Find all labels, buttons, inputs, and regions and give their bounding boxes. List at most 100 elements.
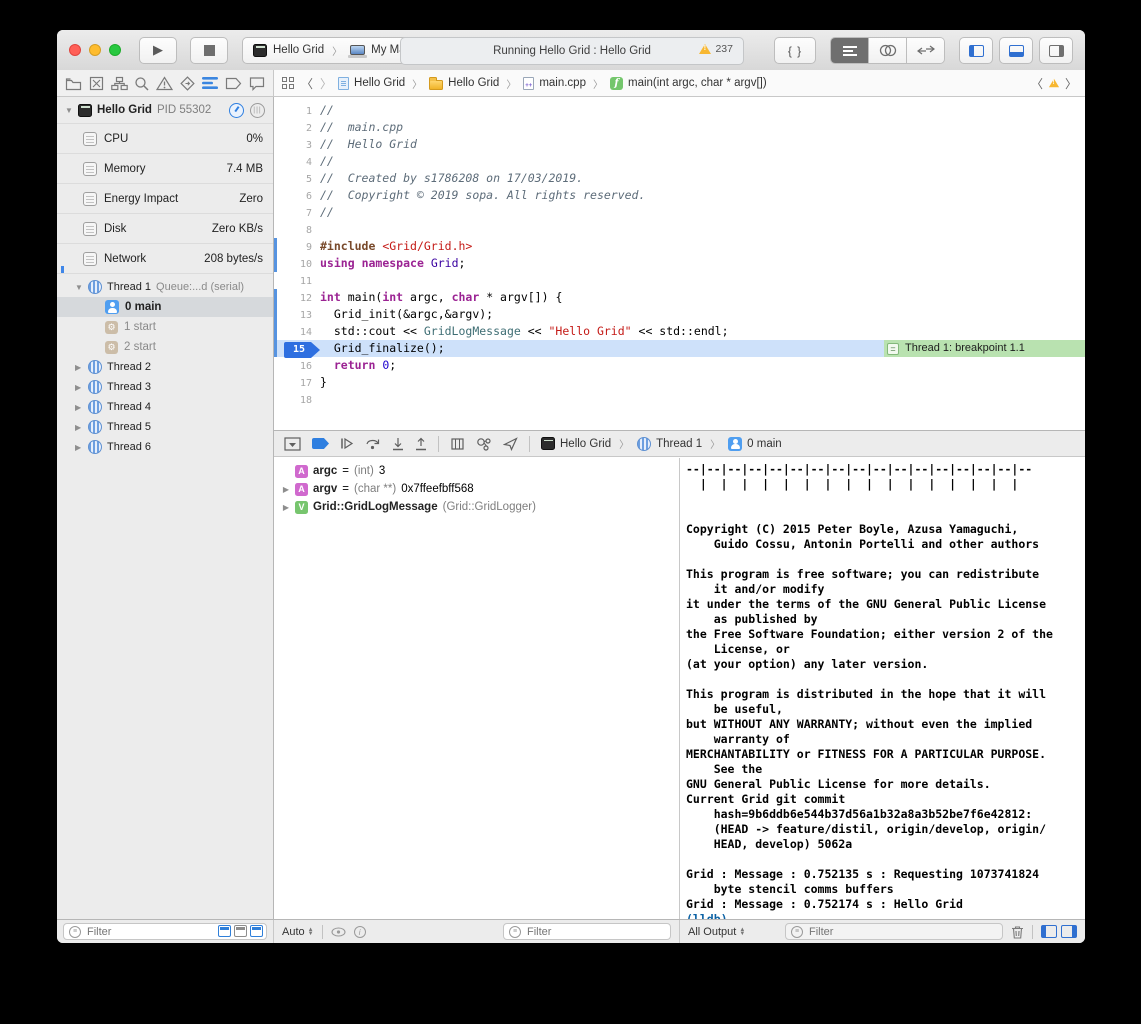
gutter[interactable]: 16 <box>274 357 320 374</box>
line-number[interactable]: 14 <box>274 324 320 341</box>
find-navigator-icon[interactable] <box>134 76 149 91</box>
breakpoint-marker[interactable]: 15 <box>284 342 320 358</box>
variable-row[interactable]: Aargc=(int)3 <box>274 462 679 480</box>
line-number[interactable]: 16 <box>274 358 320 375</box>
test-navigator-icon[interactable] <box>180 76 195 91</box>
line-number[interactable]: 7 <box>274 205 320 222</box>
thread-row[interactable]: ▶Thread 6 <box>57 437 273 457</box>
issue-navigator-icon[interactable] <box>156 76 173 91</box>
view-performance-button-icon[interactable] <box>218 925 231 937</box>
disclosure-triangle-icon[interactable]: ▼ <box>75 283 83 292</box>
disclosure-triangle-icon[interactable]: ▶ <box>75 383 83 392</box>
stop-button[interactable] <box>190 37 228 64</box>
line-number[interactable]: 6 <box>274 188 320 205</box>
variable-row[interactable]: ▶VGrid::GridLogMessage(Grid::GridLogger) <box>274 498 679 516</box>
debug-bar-crumb[interactable]: 0 main <box>728 437 782 451</box>
line-number[interactable]: 4 <box>274 154 320 171</box>
step-into-icon[interactable] <box>392 437 404 451</box>
warning-count-badge[interactable]: 237 <box>699 43 733 55</box>
line-number[interactable]: 5 <box>274 171 320 188</box>
related-items-icon[interactable] <box>282 77 294 89</box>
line-number[interactable]: 3 <box>274 137 320 154</box>
thread-row[interactable]: ▼Thread 1Queue:...d (serial) <box>57 277 273 297</box>
previous-issue-button[interactable]: 〈 <box>1031 75 1043 92</box>
view-queues-button-icon[interactable] <box>234 925 247 937</box>
thread-row[interactable]: ▶Thread 5 <box>57 417 273 437</box>
assistant-editor-button[interactable] <box>869 38 907 63</box>
gutter[interactable]: 8 <box>274 221 320 238</box>
jump-bar-item[interactable]: Hello Grid <box>338 77 405 90</box>
gutter[interactable]: 7 <box>274 204 320 221</box>
gutter[interactable]: 9 <box>274 238 320 255</box>
stack-frame-row[interactable]: 2 start <box>57 337 273 357</box>
gutter[interactable]: 17 <box>274 374 320 391</box>
gauge-row-network[interactable]: Network208 bytes/s <box>57 243 273 273</box>
disclosure-triangle-icon[interactable]: ▶ <box>75 363 83 372</box>
gutter[interactable]: 3 <box>274 136 320 153</box>
variables-filter-field[interactable]: ≡ <box>503 923 671 940</box>
debug-navigator-icon[interactable] <box>202 76 219 90</box>
source-editor[interactable]: 1//2// main.cpp3// Hello Grid4//5// Crea… <box>274 97 1085 430</box>
step-out-icon[interactable] <box>415 437 427 451</box>
gauge-row-memory[interactable]: Memory7.4 MB <box>57 153 273 183</box>
stack-frame-row[interactable]: 1 start <box>57 317 273 337</box>
variables-view[interactable]: Aargc=(int)3▶Aargv=(char **)0x7ffeefbff5… <box>274 458 680 919</box>
view-mode-icon[interactable]: ||| <box>250 103 265 118</box>
view-ui-button-icon[interactable] <box>250 925 263 937</box>
disclosure-triangle-icon[interactable]: ▶ <box>75 403 83 412</box>
line-number[interactable]: 18 <box>274 392 320 409</box>
gutter[interactable]: 4 <box>274 153 320 170</box>
jump-bar-item[interactable]: Hello Grid <box>429 77 499 90</box>
performance-gauge-icon[interactable] <box>229 103 244 118</box>
variable-row[interactable]: ▶Aargv=(char **)0x7ffeefbff568 <box>274 480 679 498</box>
gutter[interactable]: 2 <box>274 119 320 136</box>
view-debugger-icon[interactable] <box>450 437 465 451</box>
gutter[interactable]: 18 <box>274 391 320 408</box>
line-number[interactable]: 8 <box>274 222 320 239</box>
debug-bar-crumb[interactable]: Hello Grid <box>541 437 611 450</box>
line-number[interactable]: 12 <box>274 290 320 307</box>
show-console-button[interactable] <box>1061 925 1077 938</box>
gutter[interactable]: 11 <box>274 272 320 289</box>
memory-graph-icon[interactable] <box>476 437 492 451</box>
jump-bar-item[interactable]: main.cpp <box>523 77 586 90</box>
next-issue-button[interactable]: 〉 <box>1065 75 1077 92</box>
hide-debug-area-icon[interactable] <box>284 437 301 451</box>
breakpoint-hit-badge[interactable]: =Thread 1: breakpoint 1.1 <box>884 340 1085 357</box>
gutter[interactable]: 1 <box>274 102 320 119</box>
toggle-debug-area-button[interactable] <box>999 37 1033 64</box>
gutter[interactable]: 12 <box>274 289 320 306</box>
standard-editor-button[interactable] <box>831 38 869 63</box>
disclosure-triangle-icon[interactable]: ▶ <box>75 423 83 432</box>
scheme-selector[interactable]: Hello Grid 〉 My Mac <box>242 37 422 64</box>
breakpoints-toggle-icon[interactable] <box>312 438 329 449</box>
gauge-row-energy-impact[interactable]: Energy ImpactZero <box>57 183 273 213</box>
line-number[interactable]: 17 <box>274 375 320 392</box>
variables-filter-input[interactable] <box>525 925 665 939</box>
zoom-button[interactable] <box>109 44 121 56</box>
step-over-icon[interactable] <box>365 437 381 450</box>
gutter[interactable]: 13 <box>274 306 320 323</box>
symbol-navigator-icon[interactable] <box>111 76 128 91</box>
gauge-row-cpu[interactable]: CPU0% <box>57 123 273 153</box>
stack-frame-row[interactable]: 0 main <box>57 297 273 317</box>
project-navigator-icon[interactable] <box>65 76 82 91</box>
process-row[interactable]: ▼ Hello Grid PID 55302 ||| <box>57 97 273 123</box>
console-filter-field[interactable]: ≡ <box>785 923 1003 940</box>
jump-bar-item[interactable]: main(int argc, char * argv[]) <box>610 77 767 90</box>
gutter[interactable]: 6 <box>274 187 320 204</box>
gutter[interactable]: 14 <box>274 323 320 340</box>
line-number[interactable]: 10 <box>274 256 320 273</box>
variable-scope-selector[interactable]: Auto ▲▼ <box>282 926 314 938</box>
library-button[interactable]: { } <box>774 37 816 64</box>
disclosure-triangle-icon[interactable]: ▶ <box>282 485 290 494</box>
version-editor-button[interactable] <box>907 38 944 63</box>
console-output[interactable]: --|--|--|--|--|--|--|--|--|--|--|--|--|-… <box>680 458 1085 919</box>
console-filter-input[interactable] <box>807 925 997 939</box>
go-forward-button[interactable]: 〉 <box>320 75 332 92</box>
thread-row[interactable]: ▶Thread 3 <box>57 377 273 397</box>
show-variables-view-button[interactable] <box>1041 925 1057 938</box>
clear-console-button[interactable] <box>1011 925 1024 939</box>
run-button[interactable]: ▶ <box>139 37 177 64</box>
disclosure-triangle-icon[interactable]: ▶ <box>75 443 83 452</box>
